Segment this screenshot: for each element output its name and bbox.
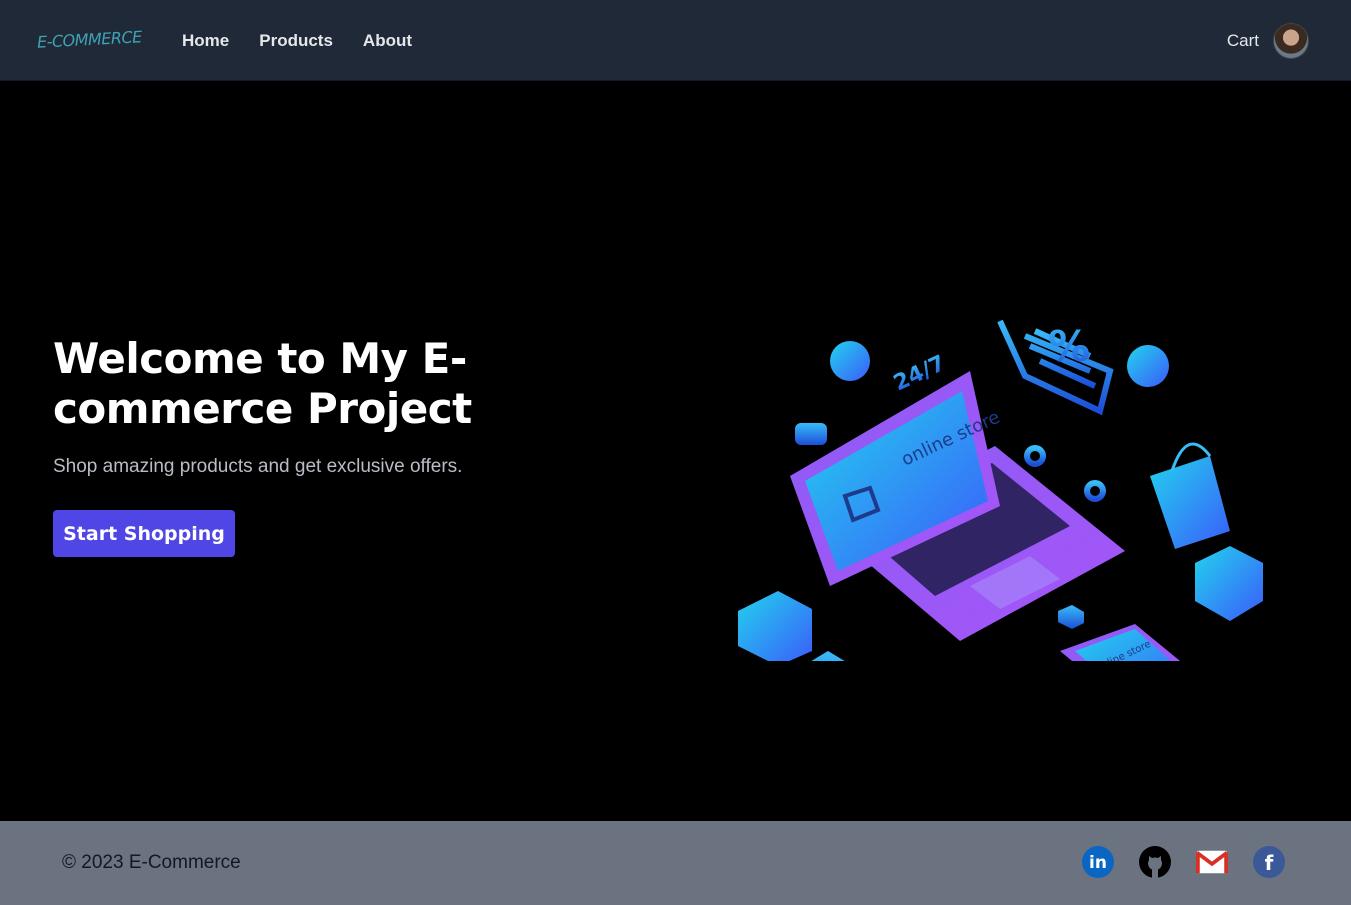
social-links: in f (1082, 846, 1285, 878)
cart-link[interactable]: Cart (1227, 31, 1259, 51)
svg-text:f: f (1265, 851, 1274, 875)
shopping-bag-icon (1150, 456, 1230, 549)
percent-badge: % (1048, 322, 1090, 371)
facebook-icon: f (1253, 846, 1285, 878)
navbar: E-COMMERCE Home Products About Cart (0, 0, 1351, 81)
github-icon (1139, 846, 1171, 878)
tshirt-badge-icon (1127, 345, 1169, 387)
footer: © 2023 E-Commerce in f (0, 821, 1351, 905)
tiny-cube-icon (1058, 605, 1084, 629)
hero-section: Welcome to My E-commerce Project Shop am… (0, 81, 1351, 821)
start-shopping-button[interactable]: Start Shopping (53, 510, 235, 557)
chat-bubble-icon (795, 423, 827, 445)
avatar[interactable] (1273, 23, 1309, 59)
nav-link-home[interactable]: Home (182, 31, 229, 51)
box-tall-icon (811, 651, 845, 661)
nav-links: Home Products About (182, 31, 412, 51)
copyright-text: © 2023 E-Commerce (62, 852, 241, 873)
linkedin-link[interactable]: in (1082, 846, 1114, 878)
bowtie-badge-icon (830, 341, 870, 381)
nav-link-about[interactable]: About (363, 31, 412, 51)
hero-subtitle: Shop amazing products and get exclusive … (53, 456, 463, 477)
gmail-icon (1196, 850, 1228, 874)
gmail-link[interactable] (1196, 846, 1228, 878)
hero-title: Welcome to My E-commerce Project (53, 334, 472, 433)
nav-right: Cart (1227, 23, 1309, 59)
linkedin-icon: in (1082, 846, 1114, 878)
github-link[interactable] (1139, 846, 1171, 878)
svg-text:in: in (1089, 853, 1107, 873)
online-store-illustration: online store % 24/7 online store (738, 319, 1263, 661)
facebook-link[interactable]: f (1253, 846, 1285, 878)
box-left-icon (738, 591, 812, 661)
nav-link-products[interactable]: Products (259, 31, 333, 51)
hero-text: Welcome to My E-commerce Project Shop am… (53, 334, 523, 478)
brand-logo[interactable]: E-COMMERCE (37, 27, 143, 51)
gift-box-right-icon (1195, 546, 1263, 621)
